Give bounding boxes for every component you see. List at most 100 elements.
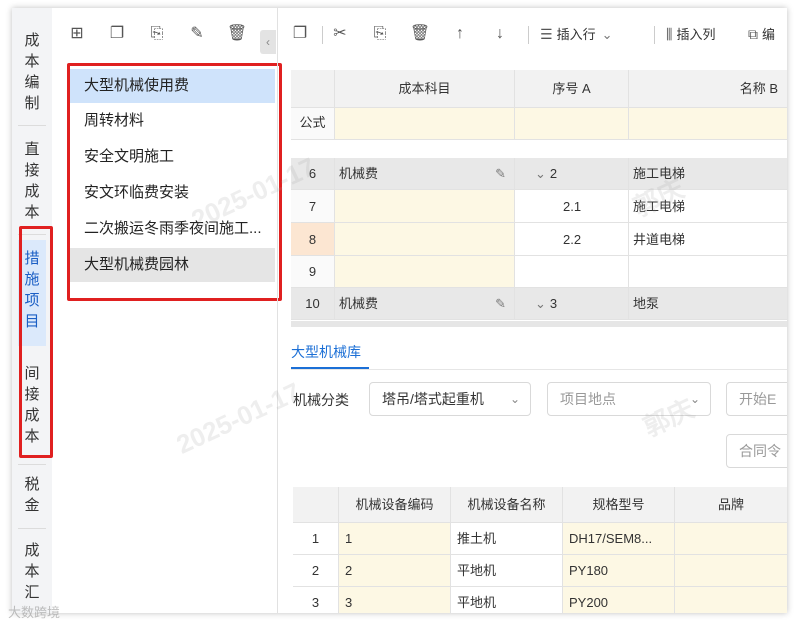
chevron-down-icon[interactable]: ⌄ <box>535 296 546 311</box>
vnav-item-direct-cost[interactable]: 直接成本 <box>18 139 46 223</box>
table-cell[interactable]: 施工电梯 <box>629 158 787 190</box>
move-up-icon[interactable]: ↑ <box>448 22 472 46</box>
column-header-brand[interactable]: 品牌 <box>675 487 787 523</box>
table-cell[interactable] <box>335 190 515 223</box>
insert-column-button[interactable]: ⫼ 插入列 <box>666 22 715 46</box>
list-item[interactable]: 二次搬运冬雨季夜间施工... <box>70 212 275 246</box>
cell-text: 机械费 <box>339 166 379 181</box>
table-cell[interactable] <box>675 523 787 555</box>
start-date-placeholder: 开始E <box>739 391 777 407</box>
pencil-icon[interactable]: ✎ <box>495 288 506 319</box>
insert-row-button[interactable]: ☰ 插入行 ⌄ <box>540 22 612 46</box>
table-cell[interactable]: 1 <box>339 523 451 555</box>
paste-icon[interactable]: ⎘ <box>145 22 169 46</box>
column-header-seq[interactable]: 序号 A <box>515 70 629 108</box>
list-item[interactable]: 安全文明施工 <box>70 140 275 174</box>
vnav-item-indirect-cost[interactable]: 间接成本 <box>18 363 46 447</box>
vnav-item-cost-compilation[interactable]: 成本编制 <box>18 30 46 114</box>
table-cell[interactable]: 平地机 <box>451 555 563 587</box>
tab-machinery-library[interactable]: 大型机械库 <box>291 342 361 362</box>
list-item[interactable]: 大型机械费园林 <box>70 248 275 282</box>
table-cell[interactable] <box>335 223 515 256</box>
list-item[interactable]: 大型机械使用费 <box>70 69 275 103</box>
copy-icon[interactable]: ❐ <box>105 22 129 46</box>
table-cell[interactable]: 井道电梯 <box>629 223 787 256</box>
insert-column-label: 插入列 <box>676 27 716 42</box>
paste-icon[interactable]: ⎘ <box>368 22 392 46</box>
divider <box>18 464 46 465</box>
table-cell[interactable]: 施工电梯 <box>629 190 787 223</box>
edit-label: 编 <box>762 27 776 42</box>
table-cell[interactable]: 2.2 <box>515 223 629 256</box>
chevron-down-icon[interactable]: ⌄ <box>535 166 546 181</box>
app-window: 成本编制 直接成本 措施项目 间接成本 税金 成本汇 ⊞ ❐ ⎘ ✎ 🗑 ‹ 大… <box>12 8 787 613</box>
divider <box>654 26 655 44</box>
edit-icon[interactable]: ✎ <box>185 22 209 46</box>
copy-icon[interactable]: ❐ <box>288 22 312 46</box>
logo-watermark: 大数跨境 <box>8 602 60 621</box>
table-cell[interactable]: 平地机 <box>451 587 563 613</box>
cell-text: 3 <box>549 296 558 311</box>
table-cell[interactable] <box>335 256 515 288</box>
column-header-code[interactable]: 机械设备编码 <box>339 487 451 523</box>
table-cell[interactable]: ⌄ 2 <box>515 158 629 190</box>
table-cell[interactable] <box>675 587 787 613</box>
location-select[interactable]: 项目地点 ⌄ <box>547 382 711 416</box>
delete-icon[interactable]: 🗑 <box>408 22 432 46</box>
panel-splitter[interactable] <box>277 8 278 613</box>
table-cell[interactable]: 2 <box>339 555 451 587</box>
contract-input[interactable]: 合同令 <box>726 434 787 468</box>
edit-columns-icon: ⧉ <box>748 26 758 42</box>
table-cell[interactable]: PY200 <box>563 587 675 613</box>
chevron-down-icon: ⌄ <box>689 392 700 406</box>
divider <box>18 234 46 235</box>
table-cell[interactable]: DH17/SEM8... <box>563 523 675 555</box>
cost-grid: 成本科目 序号 A 名称 B 公式 6 机械费 ✎ ⌄ 2 施工电梯 7 2.1 … <box>291 70 787 325</box>
column-header-cost-subject[interactable]: 成本科目 <box>335 70 515 108</box>
table-cell[interactable]: 地泵 <box>629 288 787 320</box>
list-item[interactable]: 周转材料 <box>70 104 275 138</box>
row-number: 8 <box>291 223 335 256</box>
table-cell[interactable]: ⌄ 3 <box>515 288 629 320</box>
corner-cell <box>293 487 339 523</box>
table-cell[interactable] <box>675 555 787 587</box>
add-file-icon[interactable]: ⊞ <box>65 22 89 46</box>
column-header-name[interactable]: 名称 B <box>629 70 787 108</box>
table-cell[interactable]: 3 <box>339 587 451 613</box>
column-header-name[interactable]: 机械设备名称 <box>451 487 563 523</box>
move-down-icon[interactable]: ↓ <box>488 22 512 46</box>
divider <box>322 26 323 44</box>
pencil-icon[interactable]: ✎ <box>495 158 506 189</box>
table-cell[interactable]: PY180 <box>563 555 675 587</box>
column-header-spec[interactable]: 规格型号 <box>563 487 675 523</box>
delete-icon[interactable]: 🗑 <box>225 22 249 46</box>
vnav-item-tax[interactable]: 税金 <box>18 474 46 516</box>
filter-label-category: 机械分类 <box>293 392 349 408</box>
formula-cell[interactable] <box>335 108 515 140</box>
start-date-input[interactable]: 开始E <box>726 382 787 416</box>
table-cell[interactable]: 2.1 <box>515 190 629 223</box>
formula-cell[interactable] <box>629 108 787 140</box>
table-cell[interactable]: 机械费 ✎ <box>335 158 515 190</box>
list-item[interactable]: 安文环临费安装 <box>70 176 275 210</box>
vertical-nav: 成本编制 直接成本 措施项目 间接成本 税金 成本汇 <box>12 8 52 613</box>
vnav-item-cost-summary[interactable]: 成本汇 <box>18 540 46 603</box>
formula-cell[interactable] <box>515 108 629 140</box>
divider <box>18 125 46 126</box>
table-cell[interactable] <box>515 256 629 288</box>
category-select[interactable]: 塔吊/塔式起重机 ⌄ <box>369 382 531 416</box>
grid-toolbar: ❐ ✂ ⎘ 🗑 ↑ ↓ ☰ 插入行 ⌄ ⫼ 插入列 ⧉ 编 <box>278 8 787 60</box>
table-cell[interactable]: 推土机 <box>451 523 563 555</box>
list-toolbar: ⊞ ❐ ⎘ ✎ 🗑 <box>52 8 277 58</box>
row-index: 2 <box>293 555 339 587</box>
edit-button[interactable]: ⧉ 编 <box>748 22 775 46</box>
contract-placeholder: 合同令 <box>739 443 781 459</box>
collapse-panel-button[interactable]: ‹ <box>260 30 276 54</box>
table-cell[interactable] <box>629 256 787 288</box>
horizontal-scrollbar[interactable] <box>291 321 787 327</box>
table-cell[interactable]: 机械费 ✎ <box>335 288 515 320</box>
measures-list: 大型机械使用费 周转材料 安全文明施工 安文环临费安装 二次搬运冬雨季夜间施工.… <box>52 58 277 613</box>
divider <box>528 26 529 44</box>
vnav-item-measures[interactable]: 措施项目 <box>18 240 46 346</box>
cut-icon[interactable]: ✂ <box>328 22 352 46</box>
